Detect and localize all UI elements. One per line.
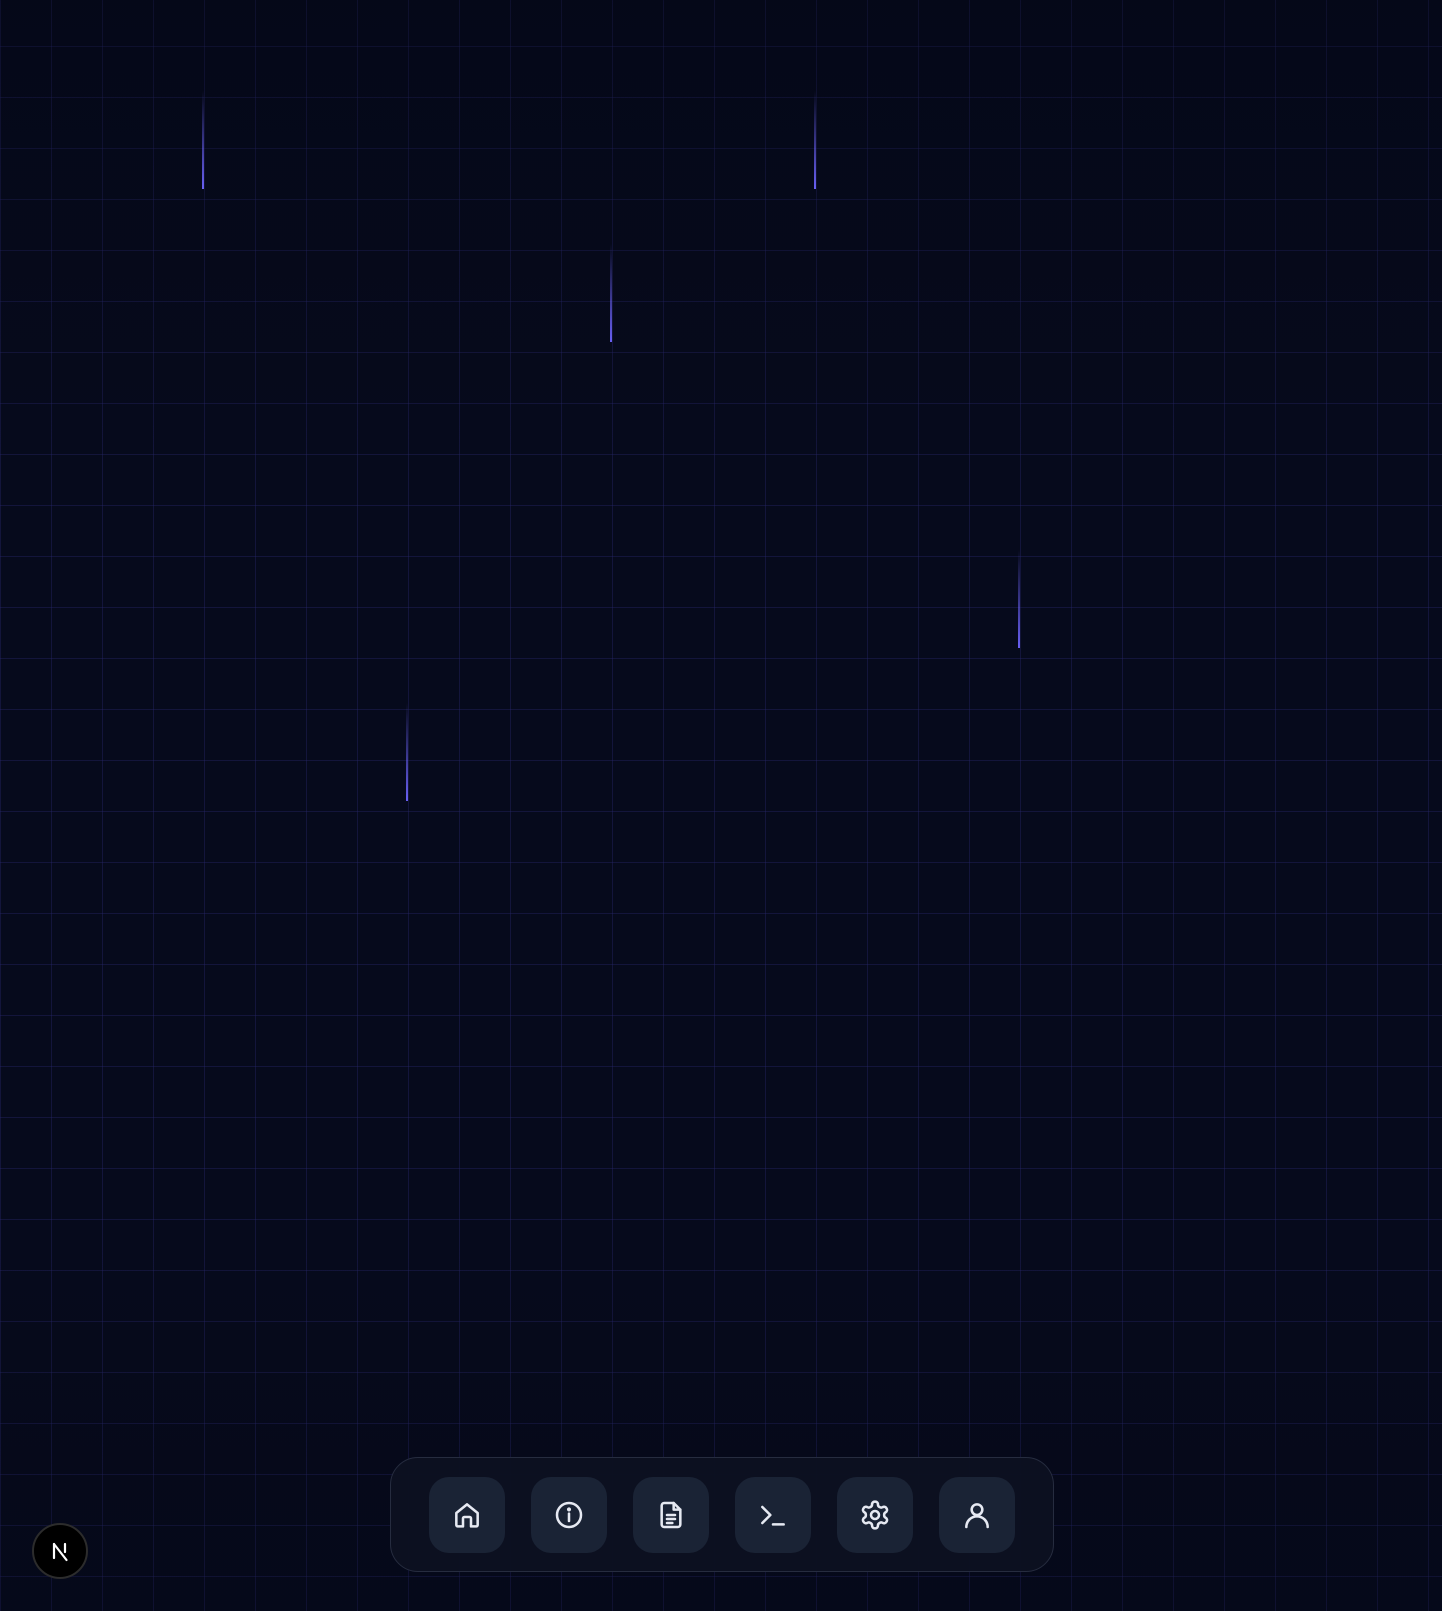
light-beam <box>814 91 816 189</box>
light-beam <box>1018 550 1020 648</box>
nextjs-dev-badge[interactable] <box>32 1523 88 1579</box>
settings-button[interactable] <box>837 1476 913 1553</box>
bottom-dock <box>390 1457 1054 1572</box>
terminal-icon <box>761 1505 785 1526</box>
terminal-button[interactable] <box>735 1476 811 1553</box>
gear-icon <box>861 1499 889 1530</box>
about-button[interactable] <box>531 1476 607 1553</box>
document-icon <box>660 1501 682 1528</box>
nextjs-logo-icon <box>52 1542 68 1562</box>
light-beam <box>610 244 612 342</box>
profile-button[interactable] <box>939 1476 1015 1553</box>
user-icon <box>965 1502 989 1528</box>
home-button[interactable] <box>429 1476 505 1553</box>
info-icon <box>555 1501 583 1528</box>
home-icon <box>455 1502 479 1528</box>
document-button[interactable] <box>633 1476 709 1553</box>
light-beam <box>202 91 204 189</box>
grid-background <box>0 0 1442 1611</box>
light-beam <box>406 703 408 801</box>
